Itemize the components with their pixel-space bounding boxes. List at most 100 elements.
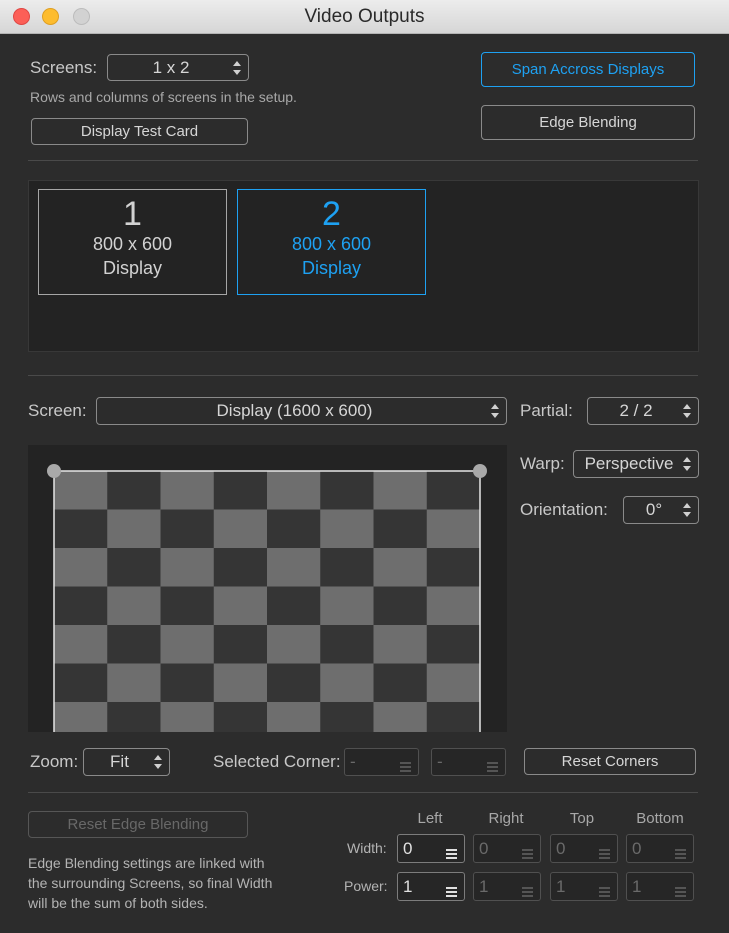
- screen-select[interactable]: Display (1600 x 600): [96, 397, 507, 425]
- display-number: 1: [123, 195, 142, 233]
- screens-select[interactable]: 1 x 2: [107, 54, 249, 81]
- checker-cell: [267, 663, 321, 703]
- checker-cell: [160, 625, 215, 664]
- width-left-value: 0: [403, 838, 413, 858]
- checker-cell: [160, 663, 215, 703]
- display-test-card-button[interactable]: Display Test Card: [31, 118, 248, 145]
- hamburger-stepper-icon: [599, 844, 610, 859]
- display-name: Display: [301, 258, 362, 278]
- column-header-top: Top: [569, 810, 595, 827]
- checker-cell: [373, 663, 428, 703]
- screen-value: Display (1600 x 600): [216, 401, 373, 420]
- checker-cell: [320, 702, 374, 732]
- checker-cell: [160, 548, 215, 587]
- warp-preview-area[interactable]: [28, 445, 507, 732]
- up-down-arrows-icon: [153, 754, 163, 770]
- width-left-stepper[interactable]: 0: [397, 834, 465, 863]
- hamburger-stepper-icon: [487, 757, 498, 772]
- orientation-select[interactable]: 0°: [623, 496, 699, 524]
- selected-corner-x-stepper[interactable]: -: [344, 748, 419, 776]
- checker-cell: [54, 702, 108, 732]
- width-top-stepper[interactable]: 0: [550, 834, 618, 863]
- width-right-stepper[interactable]: 0: [473, 834, 541, 863]
- power-label: Power:: [344, 878, 388, 894]
- checker-cell: [213, 663, 268, 703]
- checker-cell: [54, 471, 108, 510]
- up-down-arrows-icon: [682, 403, 692, 419]
- checker-cell: [373, 471, 428, 510]
- checker-cell: [160, 509, 215, 549]
- width-bottom-stepper[interactable]: 0: [626, 834, 694, 863]
- checker-cell: [426, 471, 481, 510]
- checker-cell: [213, 702, 268, 732]
- column-header-bottom: Bottom: [636, 810, 684, 827]
- hamburger-stepper-icon: [446, 882, 457, 897]
- checker-cell: [54, 509, 108, 549]
- power-bottom-stepper[interactable]: 1: [626, 872, 694, 901]
- title-bar: Video Outputs: [0, 0, 729, 34]
- corner-handle-top-left[interactable]: [47, 464, 61, 478]
- window-title: Video Outputs: [304, 6, 425, 27]
- power-right-stepper[interactable]: 1: [473, 872, 541, 901]
- power-left-value: 1: [403, 876, 413, 896]
- width-label: Width:: [347, 840, 387, 856]
- edge-blending-button[interactable]: Edge Blending: [481, 105, 695, 140]
- checker-cell: [107, 663, 161, 703]
- checker-cell: [320, 663, 374, 703]
- checker-cell: [160, 471, 215, 510]
- partial-select[interactable]: 2 / 2: [587, 397, 699, 425]
- up-down-arrows-icon: [682, 456, 692, 472]
- checker-cell: [213, 625, 268, 664]
- width-right-value: 0: [479, 838, 489, 858]
- edge-blending-note-line-2: the surrounding Screens, so final Width: [28, 875, 273, 891]
- width-top-value: 0: [556, 838, 566, 858]
- column-header-right: Right: [488, 810, 524, 827]
- checker-cell: [267, 586, 321, 626]
- reset-edge-blending-button[interactable]: Reset Edge Blending: [28, 811, 248, 838]
- screen-label: Screen:: [28, 401, 87, 420]
- checker-cell: [54, 625, 108, 664]
- hamburger-stepper-icon: [522, 844, 533, 859]
- divider: [28, 375, 698, 376]
- power-top-value: 1: [556, 876, 566, 896]
- video-outputs-window: Video Outputs Screens: 1 x 2 Rows and co…: [0, 0, 729, 933]
- partial-label: Partial:: [520, 401, 573, 420]
- zoom-select[interactable]: Fit: [83, 748, 170, 776]
- edge-blending-note-line-1: Edge Blending settings are linked with: [28, 855, 265, 871]
- zoom-label: Zoom:: [30, 752, 79, 771]
- up-down-arrows-icon: [232, 60, 242, 76]
- checker-cell: [426, 663, 481, 703]
- checker-cell: [267, 548, 321, 587]
- span-across-displays-button[interactable]: Span Accross Displays: [481, 52, 695, 87]
- checker-cell: [213, 509, 268, 549]
- checker-cell: [426, 548, 481, 587]
- checker-cell: [267, 509, 321, 549]
- selected-corner-y-stepper[interactable]: -: [431, 748, 506, 776]
- power-top-stepper[interactable]: 1: [550, 872, 618, 901]
- orientation-label: Orientation:: [520, 500, 608, 519]
- divider: [28, 792, 698, 793]
- warp-select[interactable]: Perspective: [573, 450, 699, 478]
- checker-cell: [107, 471, 161, 510]
- display-card-1[interactable]: 1 800 x 600 Display: [38, 189, 227, 295]
- checker-cell: [426, 702, 481, 732]
- checker-cell: [426, 586, 481, 626]
- checker-cell: [107, 625, 161, 664]
- hamburger-stepper-icon: [522, 882, 533, 897]
- checker-cell: [54, 586, 108, 626]
- checker-cell: [426, 625, 481, 664]
- checker-cell: [213, 471, 268, 510]
- screens-hint: Rows and columns of screens in the setup…: [30, 89, 297, 105]
- selected-corner-y-value: -: [437, 752, 443, 771]
- power-left-stepper[interactable]: 1: [397, 872, 465, 901]
- reset-corners-button[interactable]: Reset Corners: [524, 748, 696, 775]
- checker-cell: [213, 548, 268, 587]
- corner-handle-top-right[interactable]: [473, 464, 487, 478]
- hamburger-stepper-icon: [446, 844, 457, 859]
- display-card-2[interactable]: 2 800 x 600 Display: [237, 189, 426, 295]
- warp-value: Perspective: [584, 454, 674, 473]
- checker-cell: [373, 625, 428, 664]
- checker-cell: [320, 586, 374, 626]
- power-right-value: 1: [479, 876, 489, 896]
- checkerboard-test-pattern: [47, 464, 487, 732]
